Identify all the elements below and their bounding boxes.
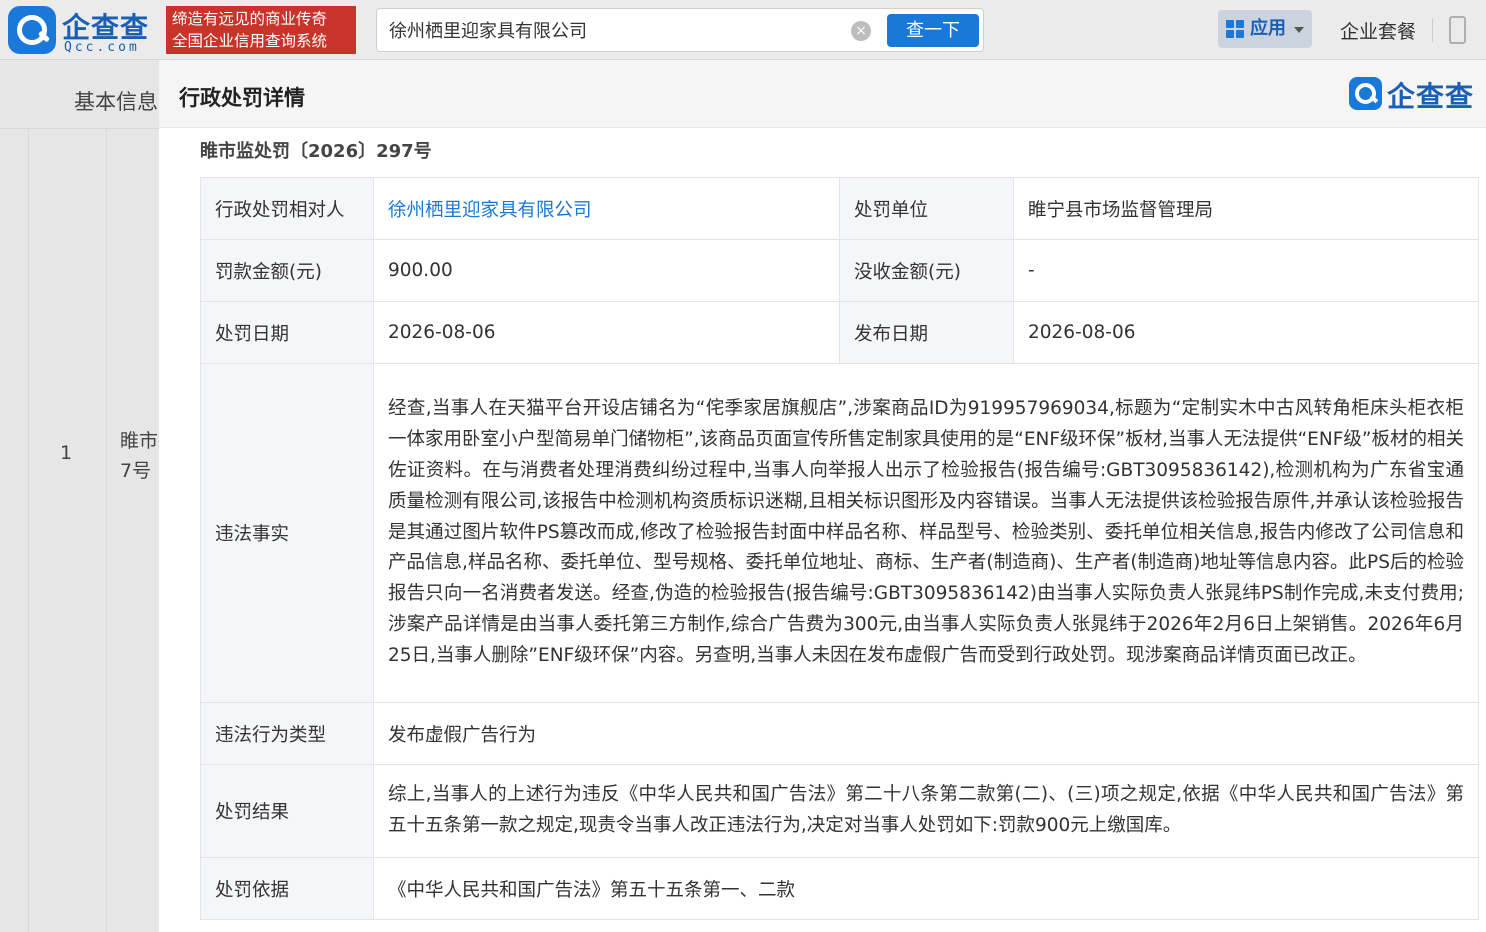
background-column-divider xyxy=(28,128,29,932)
penalty-detail-table: 行政处罚相对人 徐州栖里迎家具有限公司 处罚单位 睢宁县市场监督管理局 罚款金额… xyxy=(200,177,1479,920)
authority-value: 睢宁县市场监督管理局 xyxy=(1013,177,1479,240)
confiscation-label: 没收金额(元) xyxy=(839,239,1014,302)
table-row: 违法行为类型 发布虚假广告行为 xyxy=(200,702,1479,765)
confiscation-value: - xyxy=(1013,239,1479,302)
party-label: 行政处罚相对人 xyxy=(200,177,374,240)
qcc-logo-icon xyxy=(8,6,56,54)
violation-type-value: 发布虚假广告行为 xyxy=(373,702,1479,765)
background-case-number: 睢市 7号 xyxy=(120,426,160,486)
fine-value: 900.00 xyxy=(373,239,840,302)
table-row: 行政处罚相对人 徐州栖里迎家具有限公司 处罚单位 睢宁县市场监督管理局 xyxy=(200,177,1479,240)
fine-label: 罚款金额(元) xyxy=(200,239,374,302)
apps-label: 应用 xyxy=(1250,18,1286,39)
brand-text: 企查查 xyxy=(1387,80,1475,113)
search-button[interactable]: 查一下 xyxy=(887,14,979,47)
table-row: 处罚日期 2026-08-06 发布日期 2026-08-06 xyxy=(200,301,1479,364)
slogan-banner: 缔造有远见的商业传奇 全国企业信用查询系统 xyxy=(166,6,356,54)
background-column-divider xyxy=(106,128,107,932)
background-case-line-1: 睢市 xyxy=(120,430,159,452)
chevron-down-icon xyxy=(1294,27,1304,33)
penalty-date-label: 处罚日期 xyxy=(200,301,374,364)
publish-date-label: 发布日期 xyxy=(839,301,1014,364)
penalty-detail-modal: 行政处罚详情 企查查 睢市监处罚〔2026〕297号 行政处罚相对人 徐州栖里迎… xyxy=(159,60,1486,932)
qcc-logo-icon xyxy=(1349,77,1382,110)
basis-value: 《中华人民共和国广告法》第五十五条第一、二款 xyxy=(373,857,1479,920)
logo-domain: Qcc.com xyxy=(64,40,140,55)
table-row: 违法事实 经查,当事人在天猫平台开设店铺名为“侘季家居旗舰店”,涉案商品ID为9… xyxy=(200,363,1479,703)
search-box: × 查一下 xyxy=(376,8,984,52)
party-company-link[interactable]: 徐州栖里迎家具有限公司 xyxy=(388,200,592,221)
table-row: 处罚结果 综上,当事人的上述行为违反《中华人民共和国广告法》第二十八条第二款第(… xyxy=(200,764,1479,858)
modal-body: 睢市监处罚〔2026〕297号 行政处罚相对人 徐州栖里迎家具有限公司 处罚单位… xyxy=(179,128,1486,932)
table-row: 罚款金额(元) 900.00 没收金额(元) - xyxy=(200,239,1479,302)
background-table xyxy=(0,128,160,932)
case-number: 睢市监处罚〔2026〕297号 xyxy=(200,141,432,162)
tab-basic-info[interactable]: 基本信息 xyxy=(74,86,158,116)
nav-enterprise-package[interactable]: 企业套餐 xyxy=(1340,17,1416,44)
modal-title: 行政处罚详情 xyxy=(179,86,305,110)
table-row: 处罚依据 《中华人民共和国广告法》第五十五条第一、二款 xyxy=(200,857,1479,920)
mobile-phone-icon[interactable] xyxy=(1449,16,1466,44)
top-navigation-bar: 企查查 Qcc.com 缔造有远见的商业传奇 全国企业信用查询系统 × 查一下 … xyxy=(0,0,1486,60)
publish-date-value: 2026-08-06 xyxy=(1013,301,1479,364)
modal-header: 行政处罚详情 企查查 xyxy=(159,60,1486,128)
background-case-line-2: 7号 xyxy=(120,460,152,482)
penalty-date-value: 2026-08-06 xyxy=(373,301,840,364)
party-value-cell: 徐州栖里迎家具有限公司 xyxy=(373,177,840,240)
facts-label: 违法事实 xyxy=(200,363,374,703)
basis-label: 处罚依据 xyxy=(200,857,374,920)
qcc-logo[interactable]: 企查查 Qcc.com xyxy=(8,6,160,55)
apps-menu-button[interactable]: 应用 xyxy=(1218,10,1312,48)
grid-icon xyxy=(1226,20,1244,38)
authority-label: 处罚单位 xyxy=(839,177,1014,240)
nav-divider xyxy=(1432,18,1433,42)
slogan-line-2: 全国企业信用查询系统 xyxy=(172,32,328,50)
background-row-index: 1 xyxy=(60,442,73,464)
result-value: 综上,当事人的上述行为违反《中华人民共和国广告法》第二十八条第二款第(二)、(三… xyxy=(373,764,1479,858)
result-label: 处罚结果 xyxy=(200,764,374,858)
facts-value: 经查,当事人在天猫平台开设店铺名为“侘季家居旗舰店”,涉案商品ID为919957… xyxy=(373,363,1479,703)
search-input[interactable] xyxy=(389,17,829,43)
clear-icon[interactable]: × xyxy=(851,21,871,41)
modal-brand-logo: 企查查 xyxy=(1349,77,1479,113)
violation-type-label: 违法行为类型 xyxy=(200,702,374,765)
slogan-line-1: 缔造有远见的商业传奇 xyxy=(172,10,328,28)
